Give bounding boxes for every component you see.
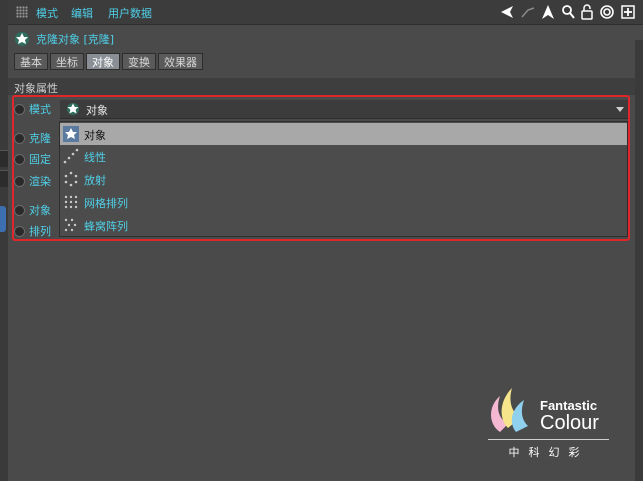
back-arrow-icon[interactable] xyxy=(499,5,515,19)
menu-mode[interactable]: 模式 xyxy=(36,5,58,21)
tab-transform[interactable]: 变换 xyxy=(122,53,156,70)
toolbar-icons xyxy=(499,3,635,21)
new-panel-icon[interactable] xyxy=(621,5,635,19)
menubar: 模式 编辑 用户数据 xyxy=(8,0,643,25)
section-title: 对象属性 xyxy=(14,82,58,95)
lock-icon[interactable] xyxy=(581,4,593,20)
left-edge-marker xyxy=(0,150,8,167)
brand-name-line1: Fantastic xyxy=(540,398,598,413)
object-title: 克隆对象 [克隆] xyxy=(36,33,115,46)
target-icon[interactable] xyxy=(599,4,615,20)
brand-name-line2: Colour xyxy=(540,412,599,434)
tab-coordinates[interactable]: 坐标 xyxy=(50,53,84,70)
panel-grip-icon[interactable] xyxy=(16,6,28,18)
object-title-row: 克隆对象 [克隆] xyxy=(14,30,114,48)
left-edge-marker xyxy=(0,170,8,187)
right-panel-edge xyxy=(635,40,643,481)
up-arrow-icon[interactable] xyxy=(541,4,555,20)
cloner-icon xyxy=(15,32,29,46)
menu-edit[interactable]: 编辑 xyxy=(71,5,93,21)
watermark: Fantastic Colour 中科幻彩 xyxy=(486,384,611,464)
left-edge-selected-marker xyxy=(0,206,6,232)
menu-user-data[interactable]: 用户数据 xyxy=(108,5,152,21)
brand-name-chinese: 中科幻彩 xyxy=(508,446,589,459)
search-icon[interactable] xyxy=(561,4,575,20)
tab-object[interactable]: 对象 xyxy=(86,53,120,70)
brand-divider xyxy=(488,439,609,440)
left-panel-edge xyxy=(0,0,8,481)
forward-arrow-icon[interactable] xyxy=(521,5,535,19)
attribute-tabs: 基本 坐标 对象 变换 效果器 xyxy=(14,53,203,70)
brand-logo-icon xyxy=(491,388,528,432)
annotation-highlight-box xyxy=(12,95,630,241)
tab-effectors[interactable]: 效果器 xyxy=(158,53,203,70)
section-header: 对象属性 xyxy=(8,78,635,95)
tab-basic[interactable]: 基本 xyxy=(14,53,48,70)
